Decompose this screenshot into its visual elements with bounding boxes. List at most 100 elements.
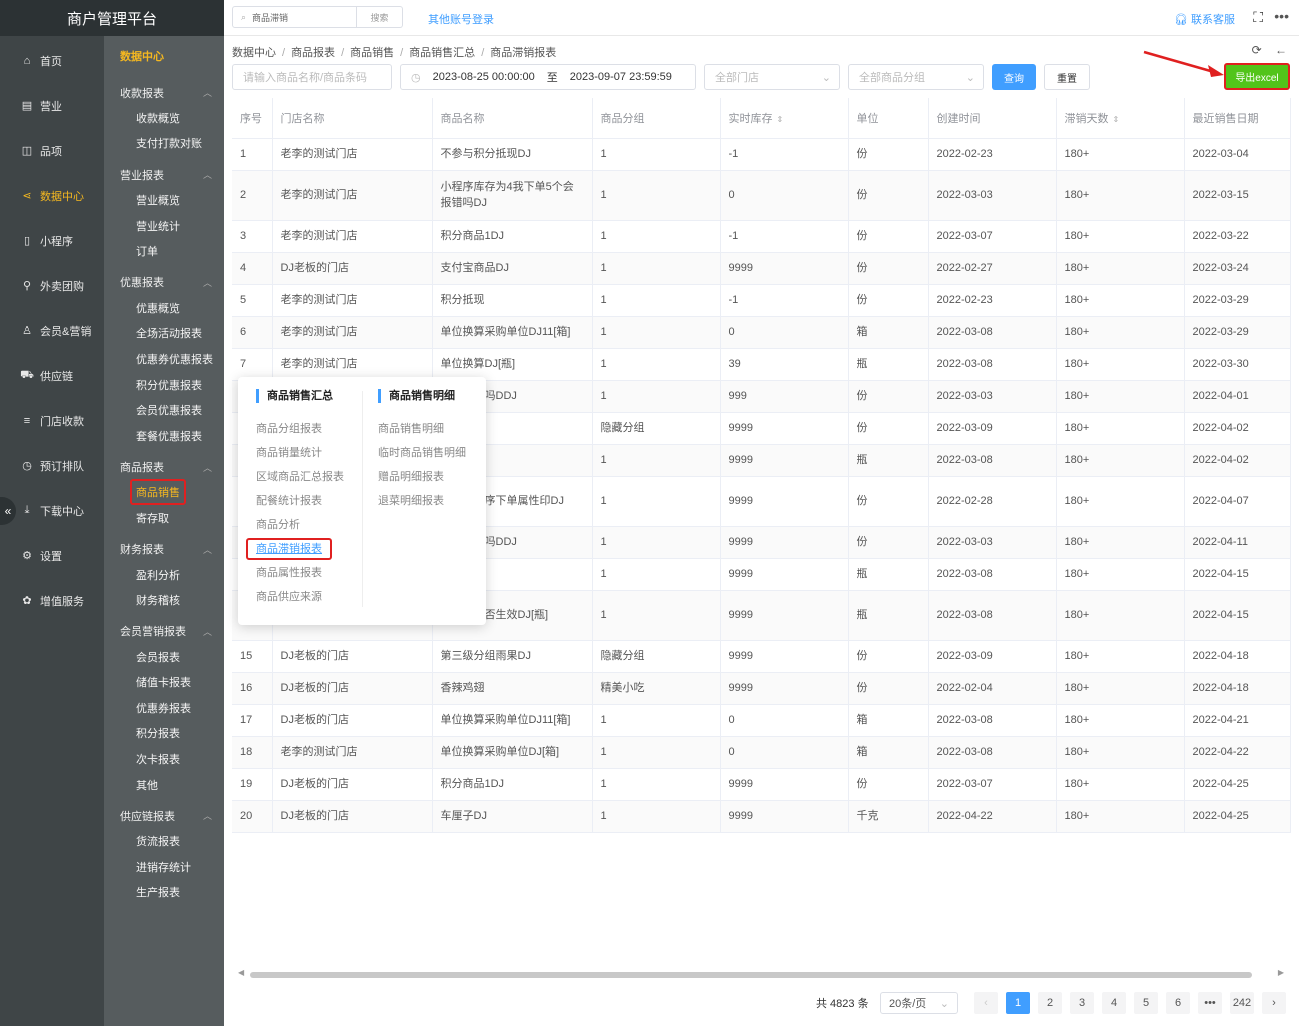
subnav-item[interactable]: 生产报表	[104, 880, 224, 906]
popup-menu-item[interactable]: 退菜明细报表	[378, 489, 466, 513]
subnav-item[interactable]: 营业概览	[104, 187, 224, 213]
subnav-item[interactable]: 支付打款对账	[104, 131, 224, 157]
page-size-value: 20条/页	[889, 998, 927, 1010]
popup-menu-item[interactable]: 赠品明细报表	[378, 465, 466, 489]
subnav-item[interactable]: 财务稽核	[104, 587, 224, 613]
subnav-item[interactable]: 寄存取	[104, 505, 224, 531]
popup-menu-item[interactable]: 商品分析	[256, 513, 344, 537]
sort-icon[interactable]: ⇕	[777, 115, 784, 124]
popup-menu-item[interactable]: 商品滞销报表	[246, 537, 344, 561]
subnav-item[interactable]: 货流报表	[104, 828, 224, 854]
subnav-item[interactable]: 盈利分析	[104, 562, 224, 588]
sort-icon[interactable]: ⇕	[1113, 115, 1120, 124]
breadcrumb-item[interactable]: 商品销售汇总	[409, 47, 475, 59]
breadcrumb-item[interactable]: 数据中心	[232, 47, 276, 59]
breadcrumb-item[interactable]: 商品报表	[291, 47, 335, 59]
subnav-title: 数据中心	[120, 51, 164, 63]
fullscreen-icon[interactable]: ⛶	[1253, 9, 1263, 26]
nav-item[interactable]: ♙ 会员&营销	[0, 308, 104, 353]
page-button[interactable]: 4	[1102, 992, 1126, 1014]
subnav-group[interactable]: 财务报表 ︿	[104, 537, 224, 562]
nav-item[interactable]: ⛟ 供应链	[0, 353, 104, 398]
subnav-item[interactable]: 储值卡报表	[104, 670, 224, 696]
page-button[interactable]: 1	[1006, 992, 1030, 1014]
nav-item[interactable]: ≡ 门店收款	[0, 398, 104, 443]
popup-menu-item[interactable]: 商品销售明细	[378, 417, 466, 441]
goods-group-select[interactable]: 全部商品分组 ⌄	[848, 64, 984, 90]
page-button[interactable]: 6	[1166, 992, 1190, 1014]
subnav-item[interactable]: 其他	[104, 772, 224, 798]
more-icon[interactable]: •••	[1274, 8, 1289, 24]
subnav-item[interactable]: 积分报表	[104, 721, 224, 747]
next-page-icon[interactable]: ›	[1262, 992, 1286, 1014]
subnav-group[interactable]: 供应链报表 ︿	[104, 803, 224, 828]
subnav-item[interactable]: 优惠券优惠报表	[104, 346, 224, 372]
subnav-group[interactable]: 收款报表 ︿	[104, 80, 224, 105]
reset-button[interactable]: 重置	[1044, 64, 1090, 90]
breadcrumb-item[interactable]: 商品销售	[350, 47, 394, 59]
horizontal-scrollbar[interactable]: ◀ ▶	[232, 968, 1288, 982]
subnav-item[interactable]: 全场活动报表	[104, 321, 224, 347]
subnav-item[interactable]: 次卡报表	[104, 746, 224, 772]
subnav-item[interactable]: 优惠概览	[104, 295, 224, 321]
nav-item[interactable]: ▤ 营业	[0, 83, 104, 128]
subnav-item[interactable]: 会员报表	[104, 644, 224, 670]
nav-item[interactable]: ⌂ 首页	[0, 38, 104, 83]
table-cell: 2022-02-23	[928, 138, 1057, 171]
keyword-input[interactable]: 请输入商品名称/商品条码	[232, 64, 392, 90]
subnav-group[interactable]: 会员营销报表 ︿	[104, 619, 224, 644]
subnav-item[interactable]: 套餐优惠报表	[104, 423, 224, 449]
page-button[interactable]: 3	[1070, 992, 1094, 1014]
page-button[interactable]: 242	[1230, 992, 1254, 1014]
scroll-left-icon[interactable]: ◀	[238, 968, 244, 977]
subnav-item[interactable]: 营业统计	[104, 213, 224, 239]
refresh-icon[interactable]: ⟳	[1252, 43, 1262, 57]
page-button[interactable]: 5	[1134, 992, 1158, 1014]
date-range-picker[interactable]: ◷ 2023-08-25 00:00:00 至 2023-09-07 23:59…	[400, 64, 696, 90]
menu-search-input[interactable]: ⌕ 商品滞销	[232, 6, 357, 28]
popup-menu-item[interactable]: 商品分组报表	[256, 417, 344, 441]
page-size-select[interactable]: 20条/页 ⌄	[880, 992, 958, 1014]
popup-menu-item[interactable]: 商品属性报表	[256, 561, 344, 585]
nav-item[interactable]: ⚲ 外卖团购	[0, 263, 104, 308]
popup-menu-item[interactable]: 临时商品销售明细	[378, 441, 466, 465]
nav-item[interactable]: ✿ 增值服务	[0, 578, 104, 623]
more-pages-icon[interactable]: •••	[1198, 992, 1222, 1014]
column-header[interactable]: 滞销天数 ⇕	[1056, 98, 1185, 139]
scroll-thumb[interactable]	[250, 972, 1252, 978]
subnav-group[interactable]: 优惠报表 ︿	[104, 270, 224, 295]
subnav-item[interactable]: 商品销售	[104, 479, 224, 506]
popup-menu-item[interactable]: 商品销量统计	[256, 441, 344, 465]
popup-menu-item[interactable]: 区域商品汇总报表	[256, 465, 344, 489]
menu-search-button[interactable]: 搜索	[357, 6, 403, 28]
subnav-group[interactable]: 商品报表 ︿	[104, 455, 224, 480]
subnav-item[interactable]: 会员优惠报表	[104, 397, 224, 423]
subnav-group-label: 供应链报表	[120, 810, 175, 823]
scroll-right-icon[interactable]: ▶	[1278, 968, 1284, 977]
nav-item[interactable]: ◷ 预订排队	[0, 443, 104, 488]
back-arrow-icon[interactable]: ←	[1275, 43, 1287, 57]
popup-menu-item[interactable]: 配餐统计报表	[256, 489, 344, 513]
subnav-item[interactable]: 积分优惠报表	[104, 372, 224, 398]
other-account-login-link[interactable]: 其他账号登录	[428, 11, 494, 27]
table-cell: 180+	[1056, 640, 1185, 673]
nav-item[interactable]: ◫ 品项	[0, 128, 104, 173]
subnav-group[interactable]: 营业报表 ︿	[104, 162, 224, 187]
nav-item-label: 外卖团购	[40, 280, 84, 293]
popup-menu-item[interactable]: 商品供应来源	[256, 585, 344, 609]
nav-item[interactable]: ⚙ 设置	[0, 533, 104, 578]
nav-item[interactable]: ▯ 小程序	[0, 218, 104, 263]
contact-service-link[interactable]: 🎧︎ 联系客服	[1174, 11, 1235, 27]
subnav-item[interactable]: 收款概览	[104, 105, 224, 131]
page-button[interactable]: 2	[1038, 992, 1062, 1014]
store-select[interactable]: 全部门店 ⌄	[704, 64, 840, 90]
export-excel-button[interactable]: 导出excel	[1224, 63, 1290, 90]
table-cell: 单位换算采购单位DJ11[箱]	[432, 704, 593, 737]
query-button[interactable]: 查询	[992, 64, 1036, 90]
subnav-item[interactable]: 优惠券报表	[104, 695, 224, 721]
nav-item[interactable]: ⋖ 数据中心	[0, 173, 104, 218]
subnav-item[interactable]: 订单	[104, 238, 224, 264]
column-header[interactable]: 实时库存 ⇕	[720, 98, 849, 139]
prev-page-icon[interactable]: ‹	[974, 992, 998, 1014]
subnav-item[interactable]: 进销存统计	[104, 854, 224, 880]
